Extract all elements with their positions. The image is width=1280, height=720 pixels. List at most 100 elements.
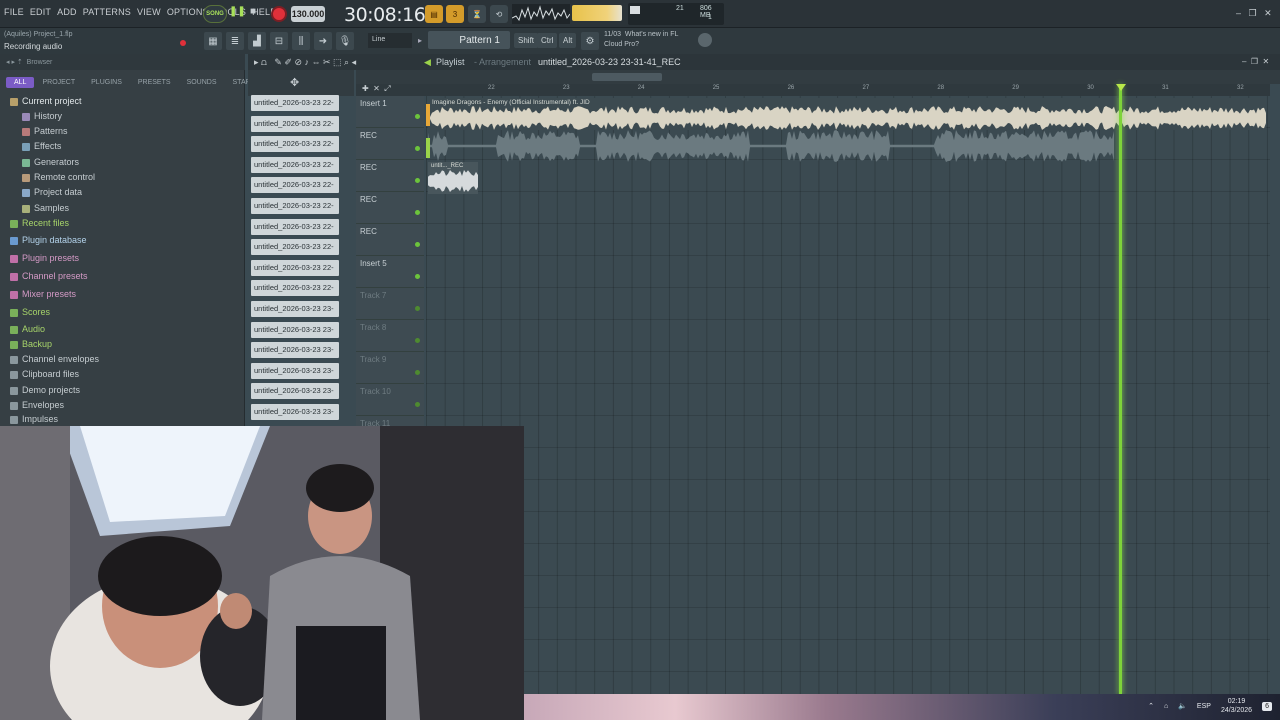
clip-source-item[interactable]: untitled_2026-03-23 22- (251, 136, 339, 153)
track-enable-led-icon[interactable] (415, 370, 420, 375)
track-header[interactable]: Track 7 (356, 288, 424, 320)
playhead[interactable] (1119, 84, 1122, 696)
pattern-selector[interactable]: Pattern 1 (428, 31, 510, 49)
countdown-icon[interactable]: 3 (446, 5, 464, 23)
browser-item[interactable]: Project data (22, 187, 82, 197)
track-header[interactable]: REC (356, 160, 424, 192)
playlist-window-controls[interactable]: – ❐ ✕ (1242, 57, 1269, 66)
snap-selector[interactable]: Line (368, 33, 412, 48)
tab-project[interactable]: PROJECT (34, 77, 83, 88)
tempo-display[interactable]: 130.000 (291, 6, 325, 22)
browser-item[interactable]: Remote control (22, 172, 95, 182)
move-icon[interactable]: ✥ (290, 76, 299, 89)
browser-item[interactable]: Patterns (22, 126, 68, 136)
channel-rack-icon[interactable]: ▦ (204, 32, 222, 50)
playlist-icon[interactable]: ▟ (248, 32, 266, 50)
clip-source-item[interactable]: untitled_2026-03-23 23- (251, 383, 339, 400)
clip-source-item[interactable]: untitled_2026-03-23 22- (251, 239, 339, 256)
menu-view[interactable]: VIEW (137, 7, 161, 17)
browser-item[interactable]: Backup (10, 339, 52, 349)
browser-item[interactable]: Impulses (10, 414, 58, 424)
track-header[interactable]: Insert 1 (356, 96, 424, 128)
track-header[interactable]: Track 9 (356, 352, 424, 384)
tab-plugins[interactable]: PLUGINS (83, 77, 130, 88)
alt-key-button[interactable]: Alt (559, 33, 577, 48)
browser-item[interactable]: Plugin presets (10, 253, 79, 263)
fl-cloud-icon[interactable] (698, 33, 712, 47)
menu-add[interactable]: ADD (57, 7, 77, 17)
audio-clip-rec-1[interactable] (426, 130, 1114, 162)
news-panel[interactable]: 11/03 What's new in FL Cloud Pro? (604, 30, 694, 50)
plugin-picker-icon[interactable]: ⫼ (292, 32, 310, 50)
clip-source-item[interactable]: untitled_2026-03-23 22- (251, 280, 339, 297)
clip-source-item[interactable]: untitled_2026-03-23 22- (251, 259, 339, 276)
track-header[interactable]: REC (356, 128, 424, 160)
browser-item[interactable]: Current project (10, 96, 82, 106)
track-header[interactable]: REC (356, 192, 424, 224)
tab-presets[interactable]: PRESETS (130, 77, 179, 88)
browser-item[interactable]: Generators (22, 157, 79, 167)
notification-badge[interactable]: 6 (1262, 701, 1272, 711)
track-header[interactable]: REC (356, 224, 424, 256)
menu-file[interactable]: FILE (4, 7, 24, 17)
playhead-marker-icon[interactable] (1116, 84, 1126, 91)
track-enable-led-icon[interactable] (415, 146, 420, 151)
clip-source-item[interactable]: untitled_2026-03-23 22- (251, 156, 339, 173)
wait-input-icon[interactable]: ⏳ (468, 5, 486, 23)
clip-source-item[interactable]: untitled_2026-03-23 23- (251, 404, 339, 420)
audio-clip-rec-2[interactable]: untit..._REC (428, 162, 478, 194)
clip-source-item[interactable]: untitled_2026-03-23 22- (251, 198, 339, 214)
browser-item[interactable]: Effects (22, 141, 61, 151)
track-header-tools[interactable]: ✚ ✕ ⤢ (356, 84, 426, 96)
render-icon[interactable]: ➜ (314, 32, 332, 50)
loop-record-icon[interactable]: ⟲ (490, 5, 508, 23)
network-icon[interactable]: ⌂ (1164, 703, 1168, 710)
pause-button[interactable]: ❚❚ (229, 6, 246, 22)
clip-source-item[interactable]: untitled_2026-03-23 23- (251, 301, 339, 317)
playlist-scrollbar[interactable] (356, 70, 1280, 84)
timeline-ruler[interactable]: 22 23 24 25 26 27 28 29 30 31 32 (426, 84, 1270, 96)
track-enable-led-icon[interactable] (415, 242, 420, 247)
browser-item[interactable]: Envelopes (10, 400, 64, 410)
clip-source-item[interactable]: untitled_2026-03-23 22- (251, 177, 339, 194)
track-header[interactable]: Track 8 (356, 320, 424, 352)
menu-patterns[interactable]: PATTERNS (83, 7, 131, 17)
browser-item[interactable]: Audio (10, 324, 45, 334)
track-enable-led-icon[interactable] (415, 114, 420, 119)
playlist-grid[interactable] (426, 96, 1270, 696)
track-enable-led-icon[interactable] (415, 178, 420, 183)
pattern-prev-icon[interactable]: ▸ (418, 36, 422, 45)
clip-source-item[interactable]: untitled_2026-03-23 23- (251, 321, 339, 338)
browser-item[interactable]: Plugin database (10, 235, 87, 245)
tray-expand-icon[interactable]: ⌃ (1148, 702, 1154, 710)
browser-item[interactable]: Channel envelopes (10, 354, 99, 364)
playlist-current-clip[interactable]: untitled_2026-03-23 23-31-41_REC (538, 57, 681, 67)
language-indicator[interactable]: ESP (1197, 703, 1211, 710)
browser-item[interactable]: Scores (10, 307, 50, 317)
track-enable-led-icon[interactable] (415, 306, 420, 311)
window-controls[interactable]: – ❐ ✕ (1236, 8, 1272, 19)
piano-roll-icon[interactable]: ≣ (226, 32, 244, 50)
clip-source-item[interactable]: untitled_2026-03-23 22- (251, 95, 339, 111)
track-enable-led-icon[interactable] (415, 274, 420, 279)
tab-all[interactable]: ALL (6, 76, 35, 88)
tray-clock[interactable]: 02:19 24/3/2026 (1221, 697, 1252, 715)
stop-button[interactable]: ■ (250, 6, 264, 22)
clip-source-item[interactable]: untitled_2026-03-23 22- (251, 115, 339, 132)
track-enable-led-icon[interactable] (415, 402, 420, 407)
audio-clip-enemy[interactable]: Imagine Dragons - Enemy (Official Instru… (426, 98, 1266, 130)
clip-source-item[interactable]: untitled_2026-03-23 23- (251, 362, 339, 379)
clip-source-item[interactable]: untitled_2026-03-23 23- (251, 342, 339, 359)
track-header[interactable]: Insert 5 (356, 256, 424, 288)
clip-source-item[interactable]: untitled_2026-03-23 22- (251, 218, 339, 235)
browser-item[interactable]: Clipboard files (10, 369, 79, 379)
browser-item[interactable]: Channel presets (10, 271, 88, 281)
microphone-icon[interactable]: 🎙 (336, 32, 354, 50)
browser-item[interactable]: Samples (22, 203, 69, 213)
browser-item[interactable]: Mixer presets (10, 289, 76, 299)
mixer-icon[interactable]: ⊟ (270, 32, 288, 50)
browser-item[interactable]: Demo projects (10, 385, 80, 395)
volume-icon[interactable]: 🔈 (1178, 702, 1187, 710)
browser-item[interactable]: History (22, 111, 62, 121)
shift-key-button[interactable]: Shift (514, 33, 539, 48)
